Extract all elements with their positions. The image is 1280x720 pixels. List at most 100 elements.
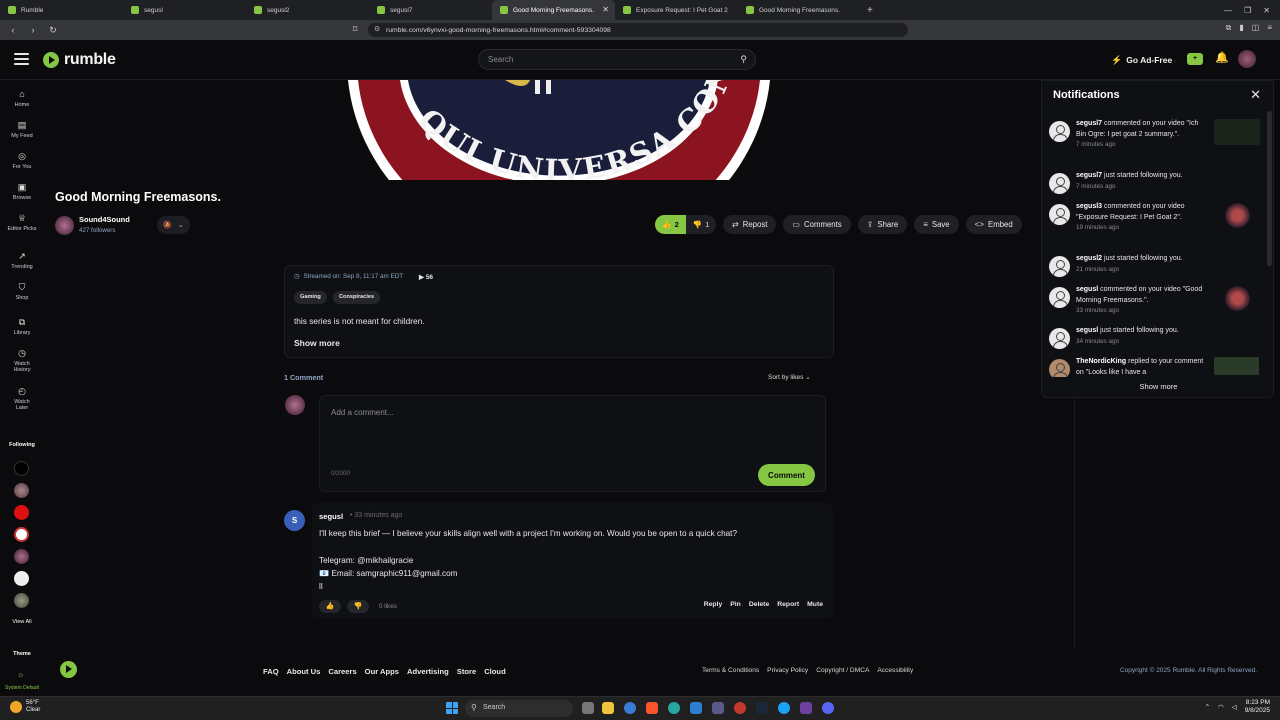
footer-link-cloud[interactable]: Cloud	[484, 667, 506, 676]
address-bar[interactable]: ⚙ rumble.com/v6ynvxi-good-morning-freema…	[368, 23, 908, 37]
notification-item[interactable]: segusl2 just started following you. 21 mi…	[1049, 254, 1259, 278]
followed-channel-avatar[interactable]	[14, 593, 29, 608]
taskbar-search[interactable]: ⚲ Search	[465, 700, 573, 717]
tag-gaming[interactable]: Gaming	[294, 291, 327, 304]
bell-icon[interactable]: 🔔	[1215, 51, 1229, 64]
notification-item[interactable]: segusl3 commented on your video "Exposur…	[1049, 202, 1259, 248]
sidebar-item-home[interactable]: ⌂ Home	[0, 89, 44, 108]
delete-button[interactable]: Delete	[749, 601, 769, 608]
notification-item[interactable]: segusl just started following you. 34 min…	[1049, 326, 1259, 350]
sidebar-item-trending[interactable]: ↗ Trending	[0, 251, 44, 270]
browser-tab[interactable]: segusl2	[246, 0, 369, 20]
app-icon[interactable]	[734, 702, 746, 714]
sidebar-item-for-you[interactable]: ◎ For You	[0, 151, 44, 170]
bookmark-icon[interactable]: ⌑	[348, 24, 362, 35]
task-view-icon[interactable]	[582, 702, 594, 714]
dislike-button[interactable]: 👎 1	[686, 215, 716, 234]
scrollbar[interactable]	[1267, 111, 1272, 266]
comment-input[interactable]: Add a comment...	[331, 408, 394, 417]
discord-icon[interactable]	[822, 702, 834, 714]
app-icon[interactable]	[690, 702, 702, 714]
footer-link-dmca[interactable]: Copyright / DMCA	[816, 667, 869, 674]
sidebar-item-watch-later[interactable]: ◴ Watch Later	[0, 386, 44, 411]
comment-username[interactable]: segusl	[319, 512, 343, 521]
hamburger-menu-icon[interactable]	[14, 53, 29, 65]
browser-tab[interactable]: segusl	[123, 0, 246, 20]
maximize-icon[interactable]: ❐	[1244, 6, 1251, 15]
chevron-up-icon[interactable]: ⌃	[1205, 703, 1210, 711]
repost-button[interactable]: ⇄ Repost	[723, 215, 777, 234]
clock[interactable]: 8:23 PM 9/8/2025	[1245, 699, 1270, 716]
comment-dislike-button[interactable]: 👎	[347, 600, 369, 613]
app-icon[interactable]	[712, 702, 724, 714]
app-icon[interactable]	[778, 702, 790, 714]
close-window-icon[interactable]: ✕	[1263, 6, 1270, 15]
browser-tab[interactable]: Rumble	[0, 0, 123, 20]
wifi-icon[interactable]: ◠	[1218, 703, 1224, 711]
share-button[interactable]: ⇪ Share	[857, 215, 908, 234]
sidebar-item-watch-history[interactable]: ◷ Watch History	[0, 348, 44, 373]
back-icon[interactable]: ‹	[6, 25, 20, 35]
embed-button[interactable]: <> Embed	[965, 215, 1022, 234]
footer-link-accessibility[interactable]: Accessibility	[877, 667, 913, 674]
rumble-logo[interactable]: rumble	[43, 51, 116, 69]
close-icon[interactable]: ✕	[1250, 87, 1261, 103]
followed-channel-avatar[interactable]	[14, 483, 29, 498]
tag-conspiracies[interactable]: Conspiracies	[333, 291, 381, 304]
footer-link-about[interactable]: About Us	[287, 667, 321, 676]
edge-icon[interactable]	[668, 702, 680, 714]
sidebar-item-browse[interactable]: ▣ Browse	[0, 182, 44, 201]
sort-select[interactable]: Sort by likes ⌄	[762, 370, 834, 385]
weather-widget[interactable]: 56°F Clear	[10, 700, 40, 714]
followed-channel-avatar[interactable]	[14, 505, 29, 520]
user-avatar[interactable]	[1238, 50, 1256, 68]
app-icon[interactable]	[624, 702, 636, 714]
followed-channel-avatar[interactable]	[14, 571, 29, 586]
like-button[interactable]: 👍 2	[655, 215, 686, 234]
forward-icon[interactable]: ›	[26, 25, 40, 35]
commenter-avatar[interactable]: S	[284, 510, 305, 531]
new-tab-icon[interactable]: +	[867, 5, 873, 16]
footer-link-careers[interactable]: Careers	[328, 667, 356, 676]
minimize-icon[interactable]: —	[1224, 6, 1232, 15]
app-icon[interactable]	[800, 702, 812, 714]
volume-icon[interactable]: ◁	[1232, 703, 1237, 711]
notification-settings-button[interactable]: 🔕 ⌄	[157, 216, 190, 234]
sidebar-icon[interactable]: ▮	[1239, 23, 1243, 33]
search-icon[interactable]: ⚲	[740, 54, 747, 65]
wallet-icon[interactable]: ◫	[1252, 23, 1260, 33]
submit-comment-button[interactable]: Comment	[758, 464, 815, 486]
footer-link-store[interactable]: Store	[457, 667, 476, 676]
footer-link-privacy[interactable]: Privacy Policy	[767, 667, 808, 674]
upload-video-icon[interactable]: +	[1187, 53, 1203, 65]
notification-item[interactable]: segusl7 commented on your video "Ich Bin…	[1049, 119, 1260, 165]
sidebar-item-editor-picks[interactable]: ♕ Editor Picks	[0, 213, 44, 232]
sidebar-item-library[interactable]: ⧉ Library	[0, 317, 44, 336]
browser-tab[interactable]: Good Morning Freemasons.	[738, 0, 861, 20]
reload-icon[interactable]: ↻	[46, 25, 60, 36]
save-button[interactable]: ≡ Save	[914, 215, 959, 234]
followed-channel-avatar[interactable]	[14, 461, 29, 476]
footer-link-apps[interactable]: Our Apps	[365, 667, 399, 676]
report-button[interactable]: Report	[777, 601, 799, 608]
footer-link-terms[interactable]: Terms & Conditions	[702, 667, 759, 674]
view-all-link[interactable]: View All	[0, 619, 44, 625]
browser-tab[interactable]: Exposure Request: I Pet Goat 2	[615, 0, 738, 20]
close-tab-icon[interactable]: ✕	[602, 5, 609, 14]
comment-like-button[interactable]: 👍	[319, 600, 341, 613]
channel-name[interactable]: Sound4Sound	[79, 215, 130, 224]
notification-item[interactable]: segusl commented on your video "Good Mor…	[1049, 285, 1259, 319]
menu-icon[interactable]: ≡	[1267, 23, 1272, 33]
go-ad-free-button[interactable]: ⚡ Go Ad-Free	[1111, 51, 1172, 69]
notification-item[interactable]: segusl7 just started following you. 7 min…	[1049, 171, 1259, 195]
followed-channel-avatar[interactable]	[14, 527, 29, 542]
rumble-play-icon[interactable]	[60, 661, 77, 678]
browser-tab[interactable]: segusl7	[369, 0, 492, 20]
pin-button[interactable]: Pin	[730, 601, 741, 608]
notification-item[interactable]: TheNordicKing replied to your comment on…	[1049, 357, 1259, 377]
site-info-icon[interactable]: ⚙	[374, 25, 380, 33]
sidebar-item-shop[interactable]: ⛉ Shop	[0, 282, 44, 301]
sidebar-item-my-feed[interactable]: ▤ My Feed	[0, 120, 44, 139]
reply-button[interactable]: Reply	[704, 601, 723, 608]
browser-tab-active[interactable]: Good Morning Freemasons. ✕	[492, 0, 615, 20]
